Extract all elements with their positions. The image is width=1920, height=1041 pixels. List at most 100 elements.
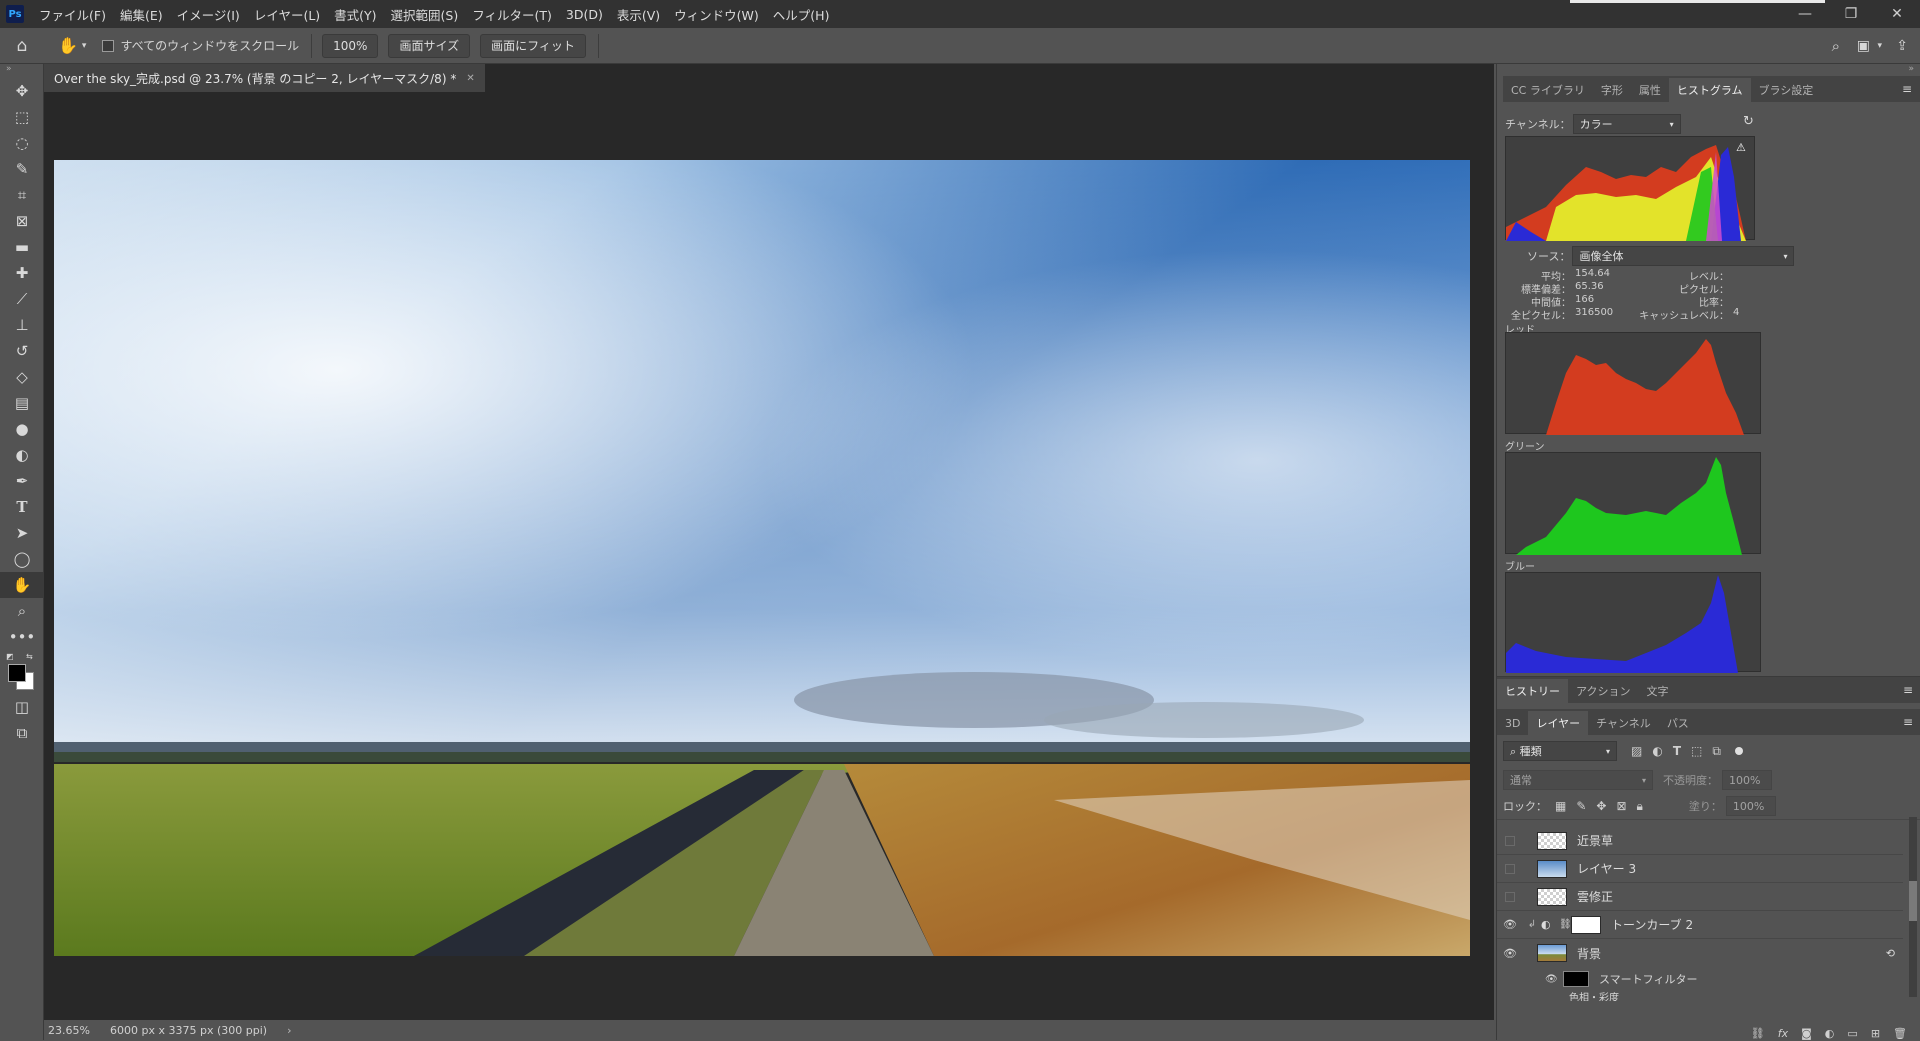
eye-icon[interactable]: 👁︎ xyxy=(1497,918,1523,931)
menu-edit[interactable]: 編集(E) xyxy=(113,5,170,24)
eye-icon[interactable]: 👁︎ xyxy=(1545,974,1563,985)
scroll-all-checkbox[interactable] xyxy=(102,39,115,52)
fill-screen-button[interactable]: 画面にフィット xyxy=(480,33,586,58)
visibility-toggle-off[interactable] xyxy=(1497,863,1523,874)
fill-input[interactable]: 100% xyxy=(1725,796,1776,816)
path-select-tool-icon[interactable]: ➤ xyxy=(0,520,44,546)
tab-properties[interactable]: 属性 xyxy=(1631,78,1669,102)
home-icon[interactable]: ⌂ xyxy=(0,36,44,56)
color-swatches[interactable]: ◩ ⇆ xyxy=(0,650,43,694)
ellipse-tool-icon[interactable]: ◯ xyxy=(0,546,44,572)
layer-row[interactable]: 雲修正 xyxy=(1497,883,1903,911)
document-tab[interactable]: Over the sky_完成.psd @ 23.7% (背景 のコピー 2, … xyxy=(44,64,485,92)
filter-shape-icon[interactable]: ⬚ xyxy=(1691,744,1702,758)
fx-icon[interactable]: fx xyxy=(1778,1027,1788,1040)
hand-tool-icon[interactable]: ✋ xyxy=(58,36,78,55)
filter-adjustment-icon[interactable]: ◐ xyxy=(1652,744,1662,758)
tab-channels[interactable]: チャンネル xyxy=(1588,711,1659,735)
restore-icon[interactable]: ❐ xyxy=(1828,0,1874,28)
new-adjustment-icon[interactable]: ◐ xyxy=(1825,1027,1835,1040)
blend-mode-dropdown[interactable]: 通常 ▾ xyxy=(1503,770,1653,790)
layer-row[interactable]: 👁︎ ↲ ◐ ⛓ トーンカーブ 2 xyxy=(1497,911,1903,939)
scrollbar-thumb[interactable] xyxy=(1909,881,1917,921)
collapse-icon[interactable]: » xyxy=(1497,64,1920,76)
lock-artboard-icon[interactable]: ⊠ xyxy=(1616,799,1626,813)
healing-brush-tool-icon[interactable]: ✚ xyxy=(0,260,44,286)
eye-icon[interactable]: 👁︎ xyxy=(1497,947,1523,960)
layer-row[interactable]: 👁︎ 背景 ⟲ xyxy=(1497,939,1903,967)
fit-screen-button[interactable]: 画面サイズ xyxy=(388,33,471,58)
menu-file[interactable]: ファイル(F) xyxy=(32,5,113,24)
layer-mask-thumbnail[interactable] xyxy=(1571,915,1601,934)
menu-select[interactable]: 選択範囲(S) xyxy=(384,5,466,24)
link-icon[interactable]: ⛓ xyxy=(1559,919,1572,930)
swap-colors-icon[interactable]: ⇆ xyxy=(26,652,33,661)
refresh-icon[interactable]: ↻ xyxy=(1743,114,1754,129)
menu-layer[interactable]: レイヤー(L) xyxy=(247,5,327,24)
warning-icon[interactable]: ⚠ xyxy=(1736,141,1750,154)
menu-3d[interactable]: 3D(D) xyxy=(559,7,610,22)
pen-tool-icon[interactable]: ✒ xyxy=(0,468,44,494)
panel-menu-icon[interactable]: ≡ xyxy=(1902,82,1920,102)
delete-layer-icon[interactable]: 🗑︎ xyxy=(1893,1027,1907,1040)
lasso-tool-icon[interactable]: ◌ xyxy=(0,130,44,156)
lock-position-icon[interactable]: ✥ xyxy=(1596,799,1606,813)
panel-menu-icon[interactable]: ≡ xyxy=(1903,715,1920,735)
minimize-icon[interactable]: — xyxy=(1782,0,1828,28)
close-tab-icon[interactable]: ✕ xyxy=(466,73,474,84)
type-tool-icon[interactable]: T xyxy=(0,494,44,520)
tab-brush-settings[interactable]: ブラシ設定 xyxy=(1751,78,1822,102)
panel-menu-icon[interactable]: ≡ xyxy=(1903,683,1920,703)
tab-layers[interactable]: レイヤー xyxy=(1528,711,1589,735)
layers-scrollbar[interactable] xyxy=(1909,817,1917,997)
menu-help[interactable]: ヘルプ(H) xyxy=(766,5,837,24)
collapse-icon[interactable]: » xyxy=(0,64,43,78)
scroll-all-windows-option[interactable]: すべてのウィンドウをスクロール xyxy=(102,37,299,54)
workspace-icon[interactable]: ▣ xyxy=(1857,38,1870,54)
lock-transparent-icon[interactable]: ▦ xyxy=(1555,799,1566,813)
search-icon[interactable]: ⌕ xyxy=(1832,37,1840,55)
new-layer-icon[interactable]: ⊞ xyxy=(1871,1027,1880,1040)
crop-tool-icon[interactable]: ⌗ xyxy=(0,182,44,208)
zoom-tool-icon[interactable]: ⌕ xyxy=(0,598,44,624)
zoom-100-button[interactable]: 100% xyxy=(322,33,379,58)
lock-all-icon[interactable]: 🔒︎ xyxy=(1637,799,1643,814)
quick-mask-icon[interactable]: ◫ xyxy=(0,694,44,720)
opacity-input[interactable]: 100% xyxy=(1722,770,1772,790)
filter-toggle-icon[interactable] xyxy=(1734,747,1743,755)
ruler-tool-icon[interactable]: ▬ xyxy=(0,234,44,260)
hue-saturation-filter-row[interactable]: 色相・彩度 xyxy=(1497,991,1903,1002)
document-canvas[interactable] xyxy=(54,160,1470,956)
photoshop-logo-icon[interactable]: Ps xyxy=(6,5,24,23)
close-icon[interactable]: ✕ xyxy=(1874,0,1920,28)
tab-cc-libraries[interactable]: CC ライブラリ xyxy=(1503,78,1593,102)
filter-pixel-icon[interactable]: ▨ xyxy=(1631,744,1642,758)
eraser-tool-icon[interactable]: ◇ xyxy=(0,364,44,390)
visibility-toggle-off[interactable] xyxy=(1497,891,1523,902)
channel-dropdown[interactable]: カラー ▾ xyxy=(1572,114,1681,134)
zoom-level[interactable]: 23.65% xyxy=(48,1024,102,1037)
frame-tool-icon[interactable]: ⊠ xyxy=(0,208,44,234)
menu-image[interactable]: イメージ(I) xyxy=(170,5,247,24)
menu-filter[interactable]: フィルター(T) xyxy=(465,5,559,24)
more-tools-icon[interactable]: ••• xyxy=(0,624,44,650)
history-brush-tool-icon[interactable]: ↺ xyxy=(0,338,44,364)
link-layers-icon[interactable]: ⛓ xyxy=(1751,1027,1765,1040)
default-colors-icon[interactable]: ◩ xyxy=(6,652,14,661)
smart-filter-row[interactable]: 👁︎ スマートフィルター xyxy=(1497,967,1903,991)
marquee-tool-icon[interactable]: ⬚ xyxy=(0,104,44,130)
tab-3d[interactable]: 3D xyxy=(1497,711,1528,735)
brush-tool-icon[interactable]: ⟋ xyxy=(0,286,44,312)
tab-actions[interactable]: アクション xyxy=(1568,679,1638,703)
menu-window[interactable]: ウィンドウ(W) xyxy=(667,5,766,24)
lock-pixels-icon[interactable]: ✎ xyxy=(1576,799,1586,813)
tab-history[interactable]: ヒストリー xyxy=(1497,679,1568,703)
chevron-down-icon[interactable]: ▾ xyxy=(1877,41,1882,51)
screen-mode-icon[interactable]: ⧉ xyxy=(0,720,44,746)
filter-type-icon[interactable]: T xyxy=(1673,744,1681,758)
dodge-tool-icon[interactable]: ◐ xyxy=(0,442,44,468)
tab-paths[interactable]: パス xyxy=(1659,711,1697,735)
layer-kind-filter[interactable]: ⌕ 種類 ▾ xyxy=(1503,741,1617,761)
add-mask-icon[interactable]: ◙ xyxy=(1801,1027,1812,1040)
layer-row[interactable]: 近景草 xyxy=(1497,827,1903,855)
